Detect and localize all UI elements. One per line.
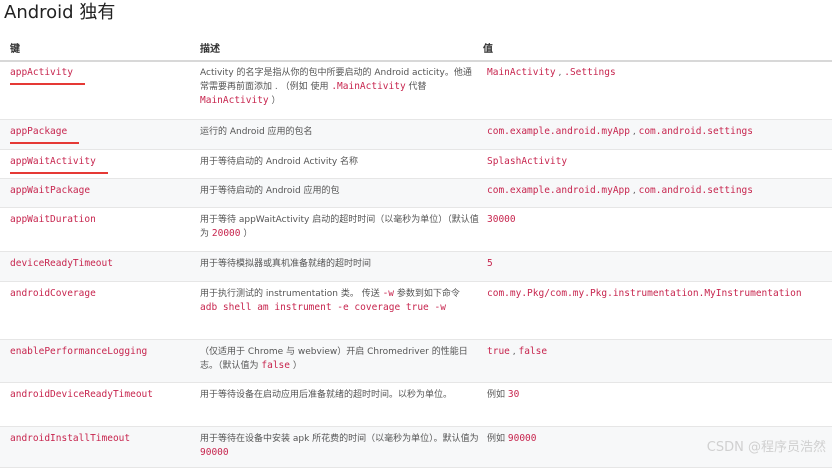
description-text: 用于等待在设备中安装 apk 所花费的时间（以毫秒为单位）。默认值为 — [200, 433, 479, 444]
value-code: false — [518, 345, 548, 357]
cell-key: appWaitActivity — [0, 149, 192, 179]
cell-value: com.example.android.myApp , com.android.… — [485, 178, 832, 208]
table-row: enablePerformanceLogging （仅适用于 Chrome 与 w… — [0, 339, 832, 383]
watermark: CSDN @程序员浩然 — [706, 440, 826, 455]
description-text: 用于等待启动的 Android Activity 名称 — [200, 156, 359, 167]
table-row: deviceReadyTimeout 用于等待模拟器或真机准备就绪的超时时间 5 — [0, 251, 832, 282]
description-code: MainActivity — [200, 95, 269, 106]
value-code: .Settings — [564, 67, 616, 78]
description-text: ） — [289, 360, 302, 371]
value-code: com.my.Pkg/com.my.Pkg.instrumentation.My… — [487, 287, 802, 299]
capability-key: appActivity — [10, 66, 85, 85]
cell-description: 用于等待启动的 Android 应用的包 — [192, 178, 485, 208]
cell-value: 30000 — [485, 207, 832, 252]
description-text: 参数到如下命令 — [394, 288, 460, 299]
table-row: appActivity Activity 的名字是指从你的包中所要启动的 Andr… — [0, 61, 832, 120]
cell-description: （仅适用于 Chrome 与 webview）开启 Chromedriver 的… — [192, 339, 485, 383]
value-code: true — [487, 345, 510, 357]
cell-key: appPackage — [0, 119, 192, 150]
cell-key: appActivity — [0, 61, 192, 120]
description-code: .MainActivity — [331, 81, 406, 92]
capability-key: androidCoverage — [10, 287, 96, 299]
header-key: 键 — [10, 44, 20, 55]
description-code: adb shell am instrument -e coverage true… — [200, 301, 446, 313]
description-code: false — [261, 359, 290, 371]
description-text: 用于等待启动的 Android 应用的包 — [200, 185, 340, 196]
description-text: 代替 — [405, 82, 427, 92]
cell-value: com.example.android.myApp , com.android.… — [485, 119, 832, 150]
cell-description: 用于等待模拟器或真机准备就绪的超时时间 — [192, 251, 485, 282]
description-text: ） — [240, 228, 253, 239]
value-code: SplashActivity — [487, 155, 568, 167]
cell-value: true , false — [485, 339, 832, 383]
description-code: -w — [382, 287, 395, 299]
description-text: ） — [268, 96, 281, 106]
capability-key: appWaitActivity — [10, 155, 108, 174]
table-row: appWaitActivity 用于等待启动的 Android Activity … — [0, 149, 832, 179]
value-text: , — [630, 185, 639, 196]
cell-description: 用于等待启动的 Android Activity 名称 — [192, 149, 485, 179]
value-text: 例如 — [487, 389, 508, 400]
value-code: 90000 — [507, 432, 537, 444]
value-code: com.android.settings — [638, 184, 753, 196]
value-code: 5 — [487, 257, 493, 269]
page-title: Android 独有 — [4, 2, 116, 23]
description-text: 用于执行测试的 instrumentation 类。 传送 — [200, 288, 383, 299]
cell-value: 例如 30 — [485, 382, 832, 427]
cell-description: 用于执行测试的 instrumentation 类。 传送 -w 参数到如下命令… — [192, 281, 485, 340]
table-row: androidCoverage 用于执行测试的 instrumentation 类… — [0, 281, 832, 340]
capability-key: appWaitPackage — [10, 184, 91, 196]
value-code: 30000 — [487, 213, 516, 225]
description-code: 90000 — [200, 446, 229, 458]
header-description: 描述 — [200, 44, 220, 55]
description-code: 20000 — [211, 227, 241, 239]
cell-value: SplashActivity — [485, 149, 832, 179]
cell-key: androidCoverage — [0, 281, 192, 340]
capability-key: appWaitDuration — [10, 213, 96, 225]
value-text: , — [630, 126, 639, 137]
table-row: androidDeviceReadyTimeout 用于等待设备在启动应用后准备就… — [0, 382, 832, 427]
table-row: appPackage 运行的 Android 应用的包名 com.example.a… — [0, 119, 832, 150]
description-text: 运行的 Android 应用的包名 — [200, 126, 313, 137]
cell-description: Activity 的名字是指从你的包中所要启动的 Android acticit… — [192, 61, 485, 120]
description-text: 用于等待模拟器或真机准备就绪的超时时间 — [200, 258, 372, 269]
capability-key: enablePerformanceLogging — [10, 345, 148, 357]
cell-key: enablePerformanceLogging — [0, 339, 192, 383]
cell-value: MainActivity , .Settings — [485, 61, 832, 120]
table-body: appActivity Activity 的名字是指从你的包中所要启动的 Andr… — [0, 61, 832, 468]
value-code: com.android.settings — [638, 125, 753, 137]
description-text: 用于等待设备在启动应用后准备就绪的超时时间。以秒为单位。 — [200, 389, 453, 400]
value-text: 例如 — [487, 433, 508, 444]
capability-key: appPackage — [10, 125, 80, 144]
capability-key: deviceReadyTimeout — [10, 257, 113, 269]
value-code: 30 — [507, 388, 520, 400]
cell-key: appWaitPackage — [0, 178, 192, 208]
cell-description: 用于等待在设备中安装 apk 所花费的时间（以毫秒为单位）。默认值为 90000 — [192, 426, 485, 468]
cell-description: 运行的 Android 应用的包名 — [192, 119, 485, 150]
capability-key: androidInstallTimeout — [10, 432, 131, 444]
table-row: appWaitPackage 用于等待启动的 Android 应用的包 com.ex… — [0, 178, 832, 208]
cell-value: com.my.Pkg/com.my.Pkg.instrumentation.My… — [485, 281, 832, 340]
header-value: 值 — [483, 44, 493, 55]
cell-key: deviceReadyTimeout — [0, 251, 192, 282]
capabilities-table: appActivity Activity 的名字是指从你的包中所要启动的 Andr… — [0, 61, 832, 468]
capability-key: androidDeviceReadyTimeout — [10, 388, 153, 400]
cell-key: androidInstallTimeout — [0, 426, 192, 468]
description-text: （仅适用于 Chrome 与 webview）开启 Chromedriver 的… — [200, 346, 468, 371]
cell-key: appWaitDuration — [0, 207, 192, 252]
table-header: 键 描述 值 — [0, 34, 832, 62]
value-code: MainActivity — [487, 67, 556, 78]
cell-description: 用于等待 appWaitActivity 启动的超时时间（以毫秒为单位）（默认值… — [192, 207, 485, 252]
value-text: , — [555, 68, 565, 78]
cell-value: 5 — [485, 251, 832, 282]
value-code: com.example.android.myApp — [487, 125, 630, 137]
cell-description: 用于等待设备在启动应用后准备就绪的超时时间。以秒为单位。 — [192, 382, 485, 427]
value-code: com.example.android.myApp — [487, 184, 630, 196]
cell-key: androidDeviceReadyTimeout — [0, 382, 192, 427]
table-row: appWaitDuration 用于等待 appWaitActivity 启动的超… — [0, 207, 832, 252]
